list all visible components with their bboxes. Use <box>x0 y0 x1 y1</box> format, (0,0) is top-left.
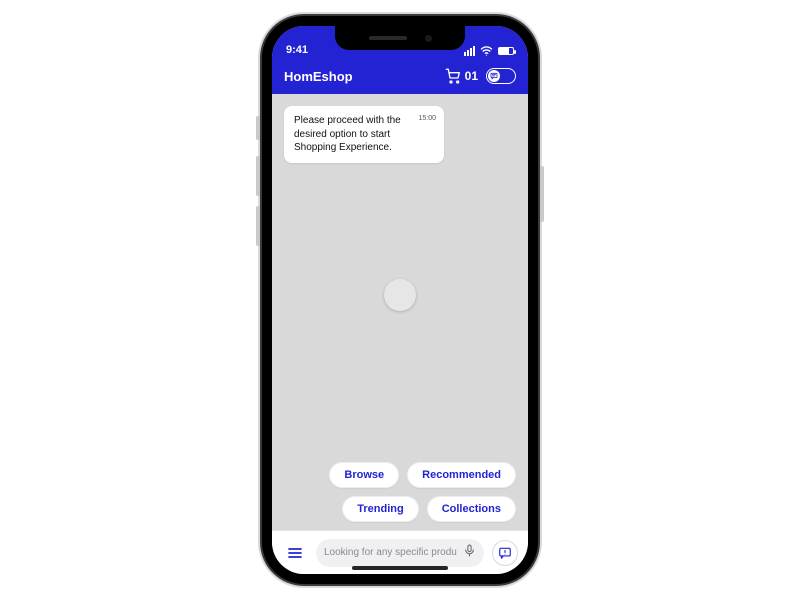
app-header: HomEshop 01 <box>272 58 528 94</box>
chat-toggle-icon <box>490 72 498 80</box>
cart-count: 01 <box>465 69 478 83</box>
phone-side-button <box>256 116 260 140</box>
phone-frame: 9:41 HomEshop 01 <box>262 16 538 584</box>
cart-icon <box>445 68 461 84</box>
phone-side-button <box>540 166 544 222</box>
phone-side-button <box>256 206 260 246</box>
mic-button[interactable] <box>463 544 476 562</box>
touch-indicator <box>384 279 416 311</box>
app-title: HomEshop <box>284 69 353 84</box>
message-time: 15:00 <box>418 114 436 123</box>
notch <box>335 26 465 50</box>
wifi-icon <box>480 46 493 56</box>
search-field[interactable] <box>316 539 484 567</box>
phone-side-button <box>256 156 260 196</box>
quick-reply-chips: Browse Recommended Trending Collections <box>296 462 516 522</box>
chat-button[interactable] <box>492 540 518 566</box>
signal-icon <box>464 46 475 56</box>
message-text: Please proceed with the desired option t… <box>294 115 401 153</box>
home-indicator[interactable] <box>352 566 448 570</box>
chip-recommended[interactable]: Recommended <box>407 462 516 488</box>
chip-browse[interactable]: Browse <box>329 462 399 488</box>
search-input[interactable] <box>324 547 457 558</box>
status-time: 9:41 <box>286 44 308 56</box>
bot-message: 15:00 Please proceed with the desired op… <box>284 106 444 163</box>
chip-collections[interactable]: Collections <box>427 496 516 522</box>
chat-icon <box>498 546 512 560</box>
mic-icon <box>463 544 476 557</box>
battery-icon <box>498 47 514 55</box>
menu-button[interactable] <box>282 540 308 566</box>
chat-area: 15:00 Please proceed with the desired op… <box>272 94 528 530</box>
cart-button[interactable]: 01 <box>445 68 478 84</box>
chip-trending[interactable]: Trending <box>342 496 418 522</box>
hamburger-icon <box>287 545 303 561</box>
screen: 9:41 HomEshop 01 <box>272 26 528 574</box>
chat-toggle[interactable] <box>486 68 516 84</box>
